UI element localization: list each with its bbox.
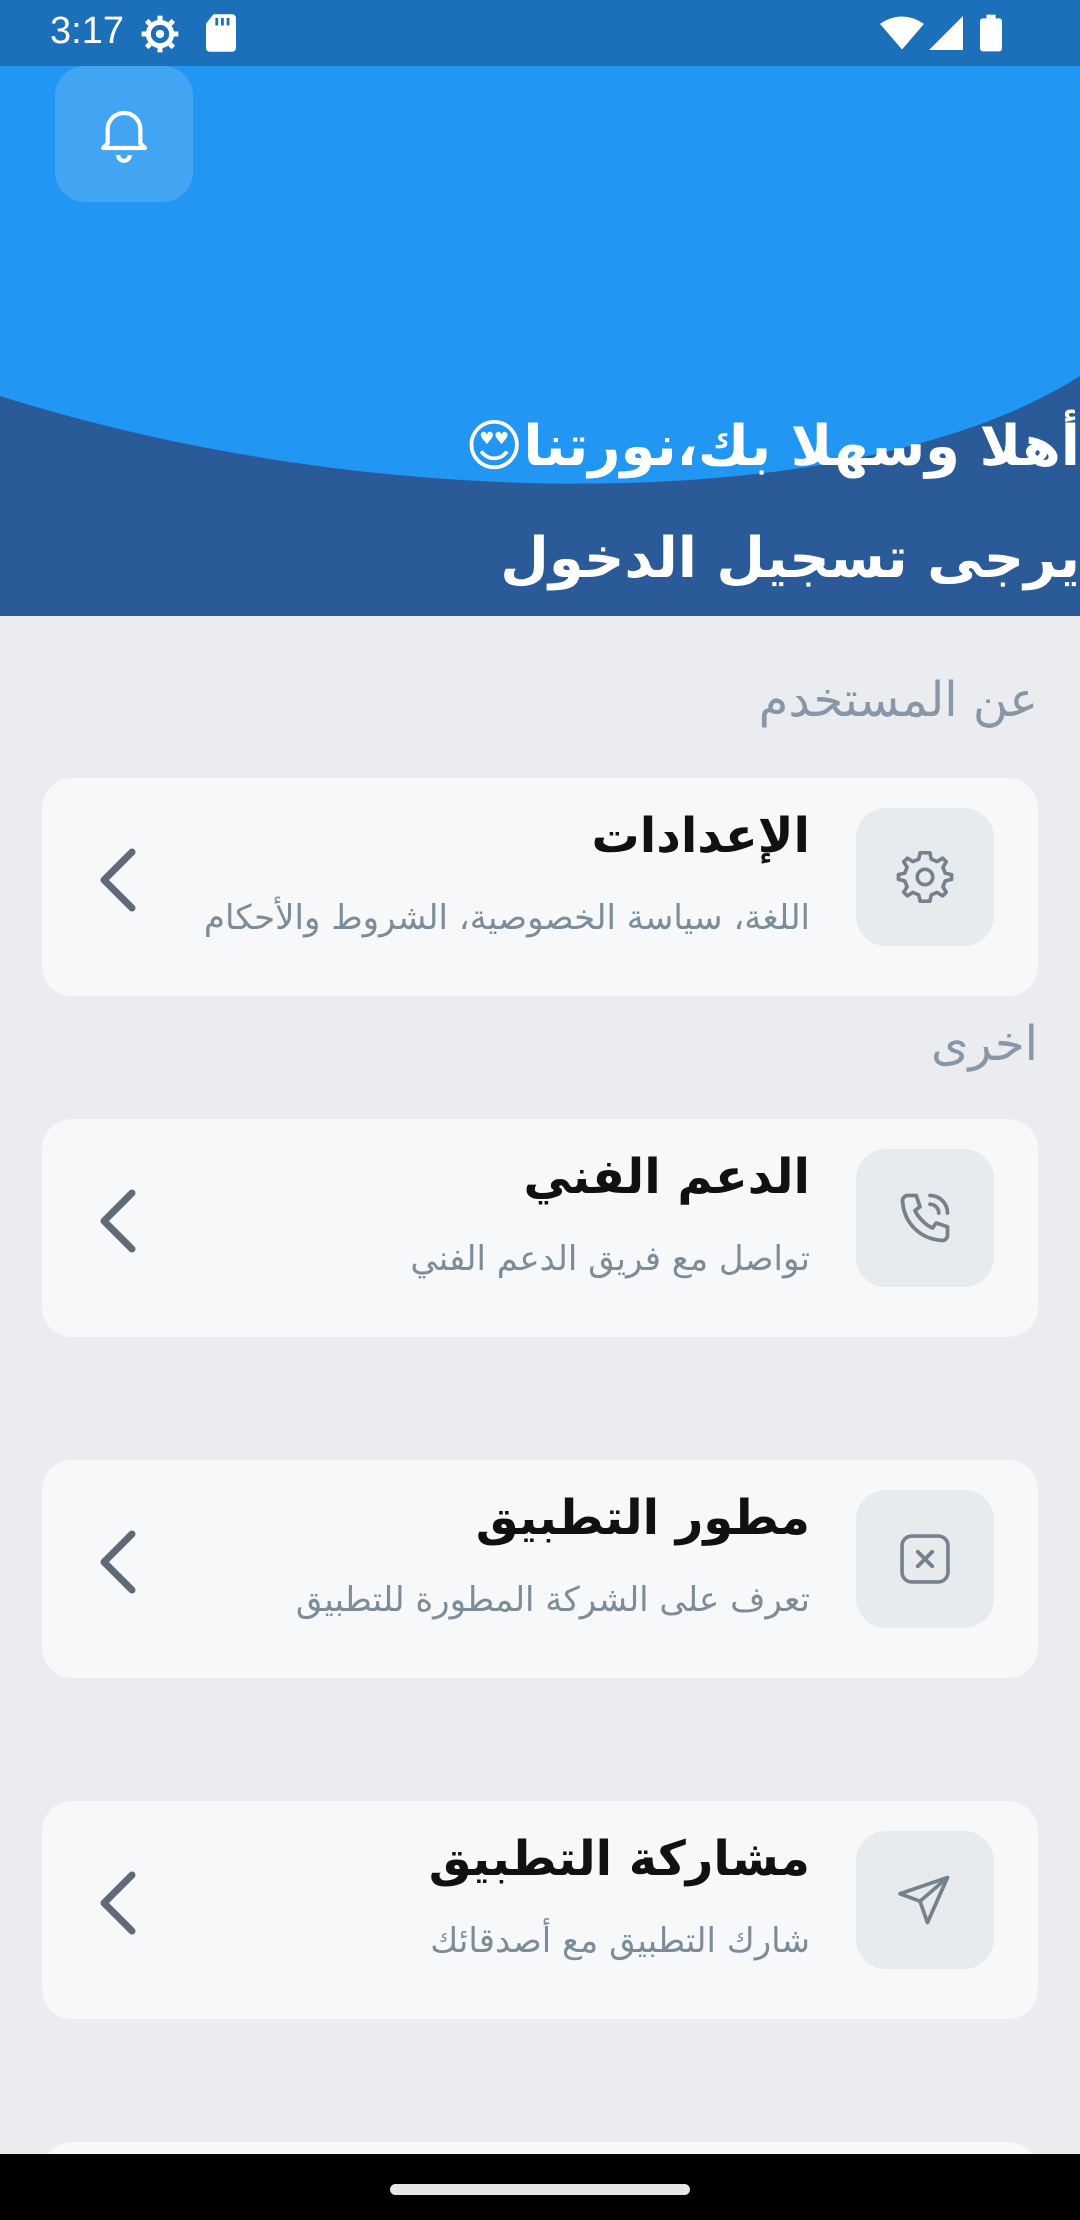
chevron-left-icon [100,1530,136,1594]
notifications-button[interactable] [55,66,193,202]
card-icon-box [856,1831,994,1969]
bell-icon [100,110,148,163]
battery-icon [980,14,1002,52]
signal-icon [929,16,963,50]
section-title-other: اخرى [930,1016,1038,1072]
card-subtitle: شارك التطبيق مع أصدقائك [430,1921,810,1961]
card-icon-box [856,808,994,946]
share-card[interactable]: مشاركة التطبيق شارك التطبيق مع أصدقائك [42,1801,1038,2019]
settings-gear-icon [141,15,179,53]
chevron-left-icon [100,1871,136,1935]
close-box-icon [900,1534,950,1584]
greeting-text: أهلا وسهلا بك،نورتنا😍 [464,414,1080,479]
card-title: الدعم الفني [523,1149,810,1205]
developer-card[interactable]: مطور التطبيق تعرف على الشركة المطورة للت… [42,1460,1038,1678]
chevron-left-icon [100,848,136,912]
card-title: الإعدادات [591,808,810,864]
sd-card-icon [206,14,236,52]
card-icon-box [856,1149,994,1287]
home-gesture-handle[interactable] [390,2184,690,2195]
settings-card[interactable]: الإعدادات اللغة، سياسة الخصوصية، الشروط … [42,778,1038,996]
gear-icon [896,851,954,903]
chevron-left-icon [100,1189,136,1253]
section-title-user: عن المستخدم [758,672,1038,728]
support-card[interactable]: الدعم الفني تواصل مع فريق الدعم الفني [42,1119,1038,1337]
header: أهلا وسهلا بك،نورتنا😍 يرجى تسجيل الدخول [0,66,1080,616]
status-time: 3:17 [50,10,124,52]
phone-icon [900,1193,950,1243]
card-subtitle: تعرف على الشركة المطورة للتطبيق [295,1580,810,1620]
wifi-icon [880,16,924,50]
send-icon [898,1875,950,1925]
card-title: مشاركة التطبيق [428,1831,810,1887]
card-icon-box [856,1490,994,1628]
card-title: مطور التطبيق [475,1490,810,1546]
status-bar: 3:17 [0,0,1080,66]
system-nav-bar [0,2154,1080,2220]
card-subtitle: تواصل مع فريق الدعم الفني [410,1239,810,1279]
login-prompt[interactable]: يرجى تسجيل الدخول [500,526,1080,591]
card-subtitle: اللغة، سياسة الخصوصية، الشروط والأحكام [203,898,810,938]
